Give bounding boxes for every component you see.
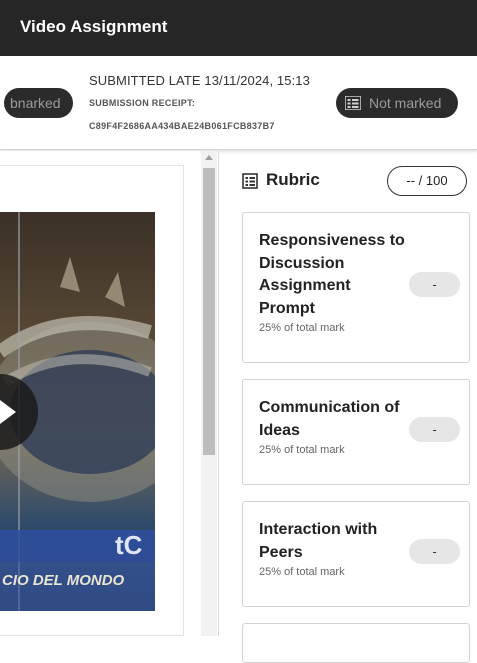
criterion-name: Responsiveness to Discussion Assignment … xyxy=(259,232,405,317)
grid-list-icon xyxy=(345,96,361,110)
scroll-up-icon[interactable] xyxy=(205,155,213,160)
total-score[interactable]: -- / 100 xyxy=(387,166,467,196)
rubric-icon xyxy=(242,173,258,189)
receipt-label: SUBMISSION RECEIPT: xyxy=(89,98,196,108)
criterion-weight: 25% of total mark xyxy=(259,566,345,578)
criterion-name: Interaction with Peers xyxy=(259,521,378,561)
criterion-weight: 25% of total mark xyxy=(259,322,345,334)
scrollbar-thumb[interactable] xyxy=(203,168,215,455)
viewer-scrollbar[interactable] xyxy=(201,151,217,636)
video-player[interactable]: tC CIO DEL MONDO xyxy=(0,212,155,611)
criterion-mark[interactable]: - xyxy=(409,272,460,297)
page-title: Video Assignment xyxy=(20,17,168,36)
pane-divider xyxy=(218,151,219,636)
criterion-name: Communication of Ideas xyxy=(259,399,400,439)
app-header: Video Assignment xyxy=(0,0,477,56)
status-badge[interactable]: bnarked xyxy=(4,88,73,118)
rubric-criterion-card[interactable]: Responsiveness to Discussion Assignment … xyxy=(242,212,470,363)
rubric-criterion-card[interactable]: Interaction with Peers 25% of total mark… xyxy=(242,501,470,607)
rubric-criterion-card[interactable] xyxy=(242,623,470,663)
criterion-weight: 25% of total mark xyxy=(259,444,345,456)
submission-status: SUBMITTED LATE 13/11/2024, 15:13 xyxy=(89,73,310,88)
video-caption: CIO DEL MONDO xyxy=(2,572,125,589)
not-marked-label: Not marked xyxy=(369,95,442,111)
document-viewer: tC CIO DEL MONDO xyxy=(0,151,200,636)
receipt-code: C89F4F2686AA434BAE24B061FCB837B7 xyxy=(89,121,275,131)
video-logo: tC xyxy=(115,530,143,560)
rubric-criterion-card[interactable]: Communication of Ideas 25% of total mark… xyxy=(242,379,470,485)
criterion-mark[interactable]: - xyxy=(409,417,460,442)
not-marked-badge[interactable]: Not marked xyxy=(336,88,458,118)
criterion-mark[interactable]: - xyxy=(409,539,460,564)
submission-info-bar: bnarked SUBMITTED LATE 13/11/2024, 15:13… xyxy=(0,56,477,150)
rubric-title: Rubric xyxy=(266,170,320,189)
